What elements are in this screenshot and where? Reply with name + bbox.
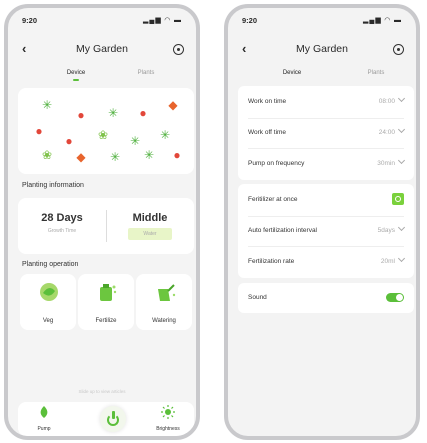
work-on-time-value: 08:00 (379, 94, 406, 105)
work-on-time-row[interactable]: Work on time 08:00 (238, 89, 414, 115)
work-on-time-label: Work on time (248, 98, 287, 105)
bottom-control-bar: Pump Brightness (18, 402, 194, 436)
water-value: Middle (132, 212, 168, 224)
op-watering-label: Watering (152, 318, 176, 324)
settings-icon[interactable] (173, 44, 184, 55)
plant-tomato-icon: ● (139, 106, 147, 120)
nav-bar: ‹ My Garden (228, 41, 416, 61)
sound-card: Sound (238, 283, 414, 313)
nav-bar: ‹ My Garden (8, 41, 196, 61)
status-bar: 9:20 ▂▄▆ ◠ ▬ (242, 16, 402, 26)
sound-toggle[interactable] (386, 293, 404, 302)
fertilize-now-button[interactable] (392, 193, 404, 205)
fertilization-rate-label: Fertilization rate (248, 258, 295, 265)
plant-herb-icon: ✳ (107, 106, 119, 120)
schedule-card: Work on time 08:00 Work off time 24:00 P… (238, 86, 414, 180)
plant-tomato-icon: ● (173, 148, 181, 162)
phone-right: 9:20 ▂▄▆ ◠ ▬ ‹ My Garden Device Plants W… (224, 4, 420, 440)
slide-hint: Slide up to view articles (78, 389, 126, 394)
tab-device[interactable]: Device (46, 70, 106, 76)
plant-lettuce-icon: ❀ (97, 128, 109, 142)
sound-row: Sound (238, 285, 414, 311)
chevron-down-icon (397, 94, 406, 103)
chevron-down-icon (397, 254, 406, 263)
signal-icons: ▂▄▆ ◠ ▬ (143, 17, 182, 24)
brightness-button[interactable]: Brightness (148, 405, 188, 432)
work-off-time-value: 24:00 (379, 125, 406, 136)
planting-operation-title: Planting operation (22, 261, 79, 268)
fertilizer-once-label: Feritilizer at once (248, 196, 298, 203)
status-time: 9:20 (242, 16, 258, 25)
water-level: Middle Water (106, 198, 194, 254)
phone-left: 9:20 ▂▄▆ ◠ ▬ ‹ My Garden Device Plants ✳… (4, 4, 200, 440)
auto-fertilization-label: Auto fertilization interval (248, 227, 318, 234)
status-time: 9:20 (22, 16, 38, 25)
fertilization-rate-row[interactable]: Fertilization rate 20ml (238, 249, 414, 275)
settings-icon[interactable] (393, 44, 404, 55)
work-off-time-row[interactable]: Work off time 24:00 (238, 120, 414, 146)
pump-label: Pump (37, 426, 51, 432)
fertilizer-card: Feritilizer at once Auto fertilization i… (238, 184, 414, 278)
plant-pepper-icon: ◆ (168, 98, 178, 112)
fertilizer-once-row: Feritilizer at once (238, 187, 414, 213)
sun-icon (161, 405, 175, 419)
planting-info-card: 28 Days Growth Time Middle Water (18, 198, 194, 254)
tab-bar: Device Plants (8, 70, 196, 84)
tab-bar: Device Plants (228, 70, 416, 84)
plant-herb-icon: ✳ (129, 134, 141, 148)
op-veg-button[interactable]: Veg (20, 274, 76, 330)
brightness-label: Brightness (156, 426, 180, 432)
plant-herb-icon: ✳ (143, 148, 155, 162)
op-veg-label: Veg (42, 318, 54, 324)
tab-plants[interactable]: Plants (346, 70, 406, 76)
power-button[interactable] (100, 406, 126, 432)
work-off-time-label: Work off time (248, 129, 287, 136)
lettuce-icon (40, 283, 58, 301)
auto-fertilization-row[interactable]: Auto fertilization interval 5days (238, 218, 414, 244)
fertilize-icon (100, 284, 117, 301)
growth-time-label: Growth Time (47, 228, 77, 234)
tab-device[interactable]: Device (262, 70, 322, 76)
plant-herb-icon: ✳ (159, 128, 171, 142)
status-bar: 9:20 ▂▄▆ ◠ ▬ (22, 16, 182, 26)
plant-lettuce-icon: ❀ (41, 148, 53, 162)
pump-button[interactable]: Pump (24, 405, 64, 432)
pump-icon (40, 406, 48, 418)
plant-herb-icon: ✳ (109, 150, 121, 164)
watering-can-icon (158, 284, 176, 301)
pump-frequency-value: 30min (377, 156, 406, 167)
page-title: My Garden (296, 43, 348, 55)
auto-fertilization-value: 5days (378, 223, 406, 234)
fertilization-rate-value: 20ml (381, 254, 406, 265)
pump-frequency-label: Pump on frequency (248, 160, 305, 167)
plant-herb-icon: ✳ (41, 98, 53, 112)
plant-tomato-icon: ● (35, 124, 43, 138)
page-title: My Garden (76, 43, 128, 55)
planting-info-title: Planting information (22, 182, 84, 189)
chevron-down-icon (397, 156, 406, 165)
plant-tomato-icon: ● (77, 108, 85, 122)
growth-time: 28 Days Growth Time (18, 198, 106, 254)
pump-frequency-row[interactable]: Pump on frequency 30min (238, 151, 414, 177)
chevron-down-icon (397, 223, 406, 232)
chevron-down-icon (397, 125, 406, 134)
water-label: Water (128, 228, 172, 240)
tab-plants[interactable]: Plants (116, 70, 176, 76)
signal-icons: ▂▄▆ ◠ ▬ (363, 17, 402, 24)
op-watering-button[interactable]: Watering (136, 274, 192, 330)
plant-pepper-icon: ◆ (76, 150, 86, 164)
plants-grid: ✳ ● ✳ ● ◆ ● ● ❀ ✳ ✳ ❀ ◆ ✳ ✳ ● (18, 88, 194, 174)
plant-tomato-icon: ● (65, 134, 73, 148)
growth-time-value: 28 Days (41, 212, 83, 224)
sound-label: Sound (248, 294, 267, 301)
op-fertilize-label: Fertilize (95, 318, 117, 324)
tab-indicator (73, 79, 79, 81)
op-fertilize-button[interactable]: Fertilize (78, 274, 134, 330)
